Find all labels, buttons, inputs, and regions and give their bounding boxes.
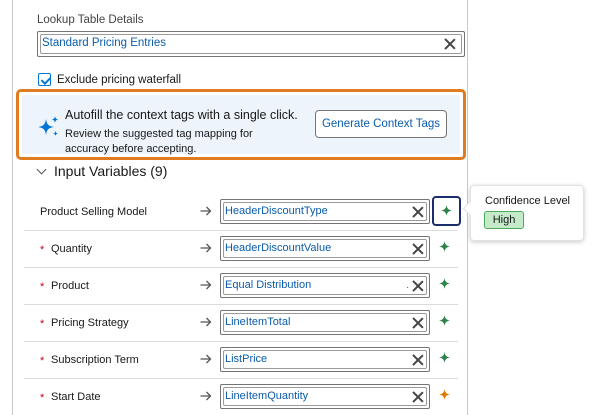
confidence-button[interactable]	[432, 196, 461, 226]
confidence-level-title: Confidence Level	[485, 195, 571, 207]
context-tag-value: ListPrice	[225, 353, 268, 365]
lookup-table-value: Standard Pricing Entries	[42, 37, 167, 49]
context-tag-input[interactable]: LineItemQuantity	[220, 384, 430, 409]
lookup-table-field[interactable]: Standard Pricing Entries	[37, 31, 465, 57]
arrow-right-icon	[200, 206, 212, 216]
confidence-badge: High	[484, 211, 524, 229]
input-variable-row: * Subscription Term ListPrice	[24, 342, 458, 379]
input-variable-label: Subscription Term	[51, 354, 139, 366]
input-variables-title: Input Variables (9)	[54, 163, 168, 179]
required-marker: *	[40, 392, 45, 404]
required-marker: *	[40, 244, 45, 256]
input-variable-label: Pricing Strategy	[51, 317, 129, 329]
confidence-indicator[interactable]	[439, 278, 450, 292]
confidence-indicator[interactable]	[439, 315, 450, 329]
context-tag-input[interactable]: Equal Distribution .	[220, 273, 430, 298]
input-variable-row: * Product Equal Distribution .	[24, 268, 458, 305]
context-tag-input[interactable]: ListPrice	[220, 347, 430, 372]
confidence-indicator[interactable]	[439, 241, 450, 255]
required-marker: *	[40, 281, 45, 293]
input-variable-row: * Pricing Strategy LineItemTotal	[24, 305, 458, 342]
input-variable-label: Start Date	[51, 391, 101, 403]
close-icon[interactable]	[412, 391, 424, 403]
close-icon[interactable]	[412, 206, 424, 218]
exclude-pricing-waterfall-checkbox[interactable]	[38, 73, 51, 86]
close-icon[interactable]	[412, 317, 424, 329]
arrow-right-icon	[200, 317, 212, 327]
lookup-table-label: Lookup Table Details	[37, 14, 144, 26]
context-tag-value: LineItemQuantity	[225, 390, 309, 402]
confidence-indicator[interactable]	[439, 352, 450, 366]
required-marker: *	[40, 355, 45, 367]
context-tag-value: HeaderDiscountType	[225, 205, 328, 217]
context-tag-input[interactable]: HeaderDiscountType	[220, 199, 430, 224]
context-tag-value: Equal Distribution	[225, 279, 312, 291]
close-icon[interactable]	[412, 280, 424, 292]
autofill-description: Review the suggested tag mapping for acc…	[65, 128, 253, 155]
context-tag-value: HeaderDiscountValue	[225, 242, 332, 254]
arrow-right-icon	[200, 354, 212, 364]
close-icon[interactable]	[412, 354, 424, 366]
close-icon[interactable]	[412, 243, 424, 255]
context-tag-input[interactable]: LineItemTotal	[220, 310, 430, 335]
sparkle-icon	[441, 205, 452, 216]
required-marker: *	[40, 318, 45, 330]
sparkle-icon	[439, 389, 450, 400]
input-variable-row: Product Selling Model HeaderDiscountType	[24, 194, 461, 231]
sparkle-icon	[439, 315, 450, 326]
chevron-down-icon	[36, 164, 47, 175]
exclude-pricing-waterfall-label: Exclude pricing waterfall	[57, 74, 182, 86]
input-variable-row: * Start Date LineItemQuantity	[24, 379, 458, 415]
arrow-right-icon	[200, 280, 212, 290]
input-variable-label: Product Selling Model	[40, 206, 148, 218]
input-variable-label: Product	[51, 280, 89, 292]
close-icon[interactable]	[444, 38, 456, 50]
confidence-indicator[interactable]	[439, 389, 450, 403]
autofill-title: Autofill the context tags with a single …	[65, 108, 298, 122]
context-tag-input[interactable]: HeaderDiscountValue	[220, 236, 430, 261]
confidence-popover: Confidence Level High	[462, 185, 584, 241]
autofill-callout: Autofill the context tags with a single …	[16, 89, 466, 160]
arrow-right-icon	[200, 391, 212, 401]
input-variable-label: Quantity	[51, 243, 92, 255]
arrow-right-icon	[200, 243, 212, 253]
sparkle-icon	[439, 352, 450, 363]
sparkle-icon	[439, 241, 450, 252]
sparkle-icon	[439, 278, 450, 289]
input-variable-row: * Quantity HeaderDiscountValue	[24, 231, 458, 268]
generate-context-tags-button[interactable]: Generate Context Tags	[315, 110, 447, 138]
context-tag-value: LineItemTotal	[225, 316, 291, 328]
sparkle-icon	[38, 116, 59, 136]
